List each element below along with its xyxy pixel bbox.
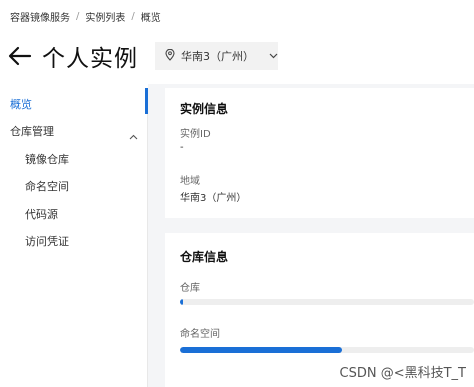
region-selector[interactable]: 华南3（广州） — [155, 42, 278, 70]
sidebar-item-overview[interactable]: 概览 — [10, 96, 32, 112]
page-header: 个人实例 — [8, 38, 138, 74]
breadcrumb-item-instances[interactable]: 实例列表 — [85, 9, 125, 24]
instance-info-card: 实例信息 实例ID - 地域 华南3（广州） — [165, 88, 474, 218]
arrow-left-icon[interactable] — [8, 44, 36, 68]
breadcrumb-item-overview: 概览 — [140, 13, 161, 24]
breadcrumb: 容器镜像服务 / 实例列表 / 概览 — [10, 9, 161, 24]
namespace-usage-fill — [180, 347, 342, 353]
sidebar-item-image-repos[interactable]: 镜像仓库 — [25, 151, 69, 167]
sidebar-item-label: 仓库管理 — [10, 125, 54, 138]
sidebar-item-access-credentials[interactable]: 访问凭证 — [25, 233, 69, 249]
repo-label: 仓库 — [180, 283, 200, 294]
repo-usage-fill — [180, 299, 183, 305]
instance-id-label: 实例ID — [180, 129, 211, 140]
watermark-text: CSDN @<黑科技T_T — [339, 366, 466, 381]
namespace-label: 命名空间 — [180, 329, 220, 340]
breadcrumb-separator: / — [131, 11, 135, 22]
sidebar-item-repo-management[interactable]: 仓库管理 — [10, 123, 140, 140]
chevron-up-icon — [129, 125, 138, 144]
region-label: 地域 — [180, 176, 200, 187]
breadcrumb-separator: / — [76, 11, 80, 22]
card-title: 仓库信息 — [180, 250, 229, 264]
repo-usage-bar — [180, 299, 474, 305]
region-selector-value: 华南3（广州） — [181, 50, 254, 63]
region-value: 华南3（广州） — [180, 193, 247, 204]
sidebar-item-namespaces[interactable]: 命名空间 — [25, 178, 69, 194]
location-pin-icon — [165, 48, 175, 64]
sidebar-nav: 概览 仓库管理 镜像仓库 命名空间 代码源 访问凭证 — [0, 88, 148, 387]
chevron-down-icon — [269, 53, 278, 59]
card-title: 实例信息 — [180, 102, 229, 116]
namespace-usage-bar — [180, 347, 474, 353]
page-title: 个人实例 — [42, 46, 138, 72]
breadcrumb-item-service[interactable]: 容器镜像服务 — [10, 9, 70, 24]
sidebar-item-code-source[interactable]: 代码源 — [25, 206, 58, 222]
instance-id-value: - — [180, 142, 184, 153]
